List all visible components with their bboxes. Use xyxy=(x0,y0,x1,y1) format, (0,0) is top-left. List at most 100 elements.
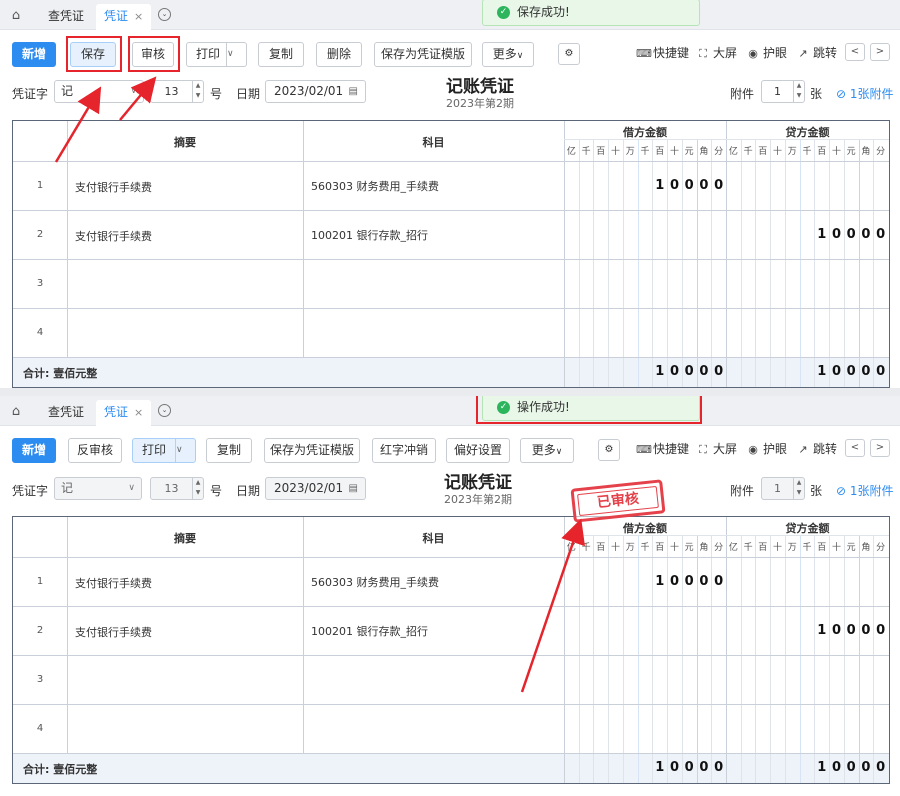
voucher-word-value: 记 xyxy=(61,84,74,98)
digit-divider xyxy=(755,535,757,783)
jump-button[interactable]: ↗ 跳转 xyxy=(796,44,837,62)
digit-unit-label: 角 xyxy=(861,147,871,157)
keyboard-icon: ⌨ xyxy=(636,443,652,456)
date-label: 日期 xyxy=(236,87,261,101)
summary-cell[interactable] xyxy=(67,655,303,704)
shortcut-button[interactable]: ⌨快捷键 xyxy=(636,440,689,458)
digit-unit-label: 角 xyxy=(699,543,709,553)
chevron-down-icon[interactable]: ∨ xyxy=(226,43,246,66)
tab-query-voucher[interactable]: 查凭证 xyxy=(40,4,92,30)
digit-divider xyxy=(858,139,860,387)
digit-unit-label: 十 xyxy=(773,147,783,157)
close-icon[interactable]: × xyxy=(134,5,143,29)
fullscreen-button[interactable]: ⛶ 大屏 xyxy=(696,440,737,458)
account-cell[interactable] xyxy=(303,259,564,308)
row-number: 4 xyxy=(36,722,44,734)
red-reverse-button[interactable]: 红字冲销 xyxy=(372,438,436,463)
total-debit-digit: 1 xyxy=(655,364,665,379)
voucher-word-select[interactable]: 记 ∨ xyxy=(54,80,144,103)
print-button[interactable]: 打印 ∨ xyxy=(186,42,247,67)
digit-unit-label: 百 xyxy=(655,543,665,553)
attachment-link[interactable]: ⊘ 1张附件 xyxy=(836,85,894,102)
digit-unit-label: 万 xyxy=(625,147,635,157)
stepper-icon[interactable]: ▲ ▼ xyxy=(192,81,203,102)
digit-divider xyxy=(784,139,786,387)
attach-count-input[interactable]: 1 ▲ ▼ xyxy=(761,80,805,103)
digit-divider xyxy=(593,535,595,783)
prev-icon[interactable]: < xyxy=(845,43,865,61)
fullscreen-label: 大屏 xyxy=(713,46,738,60)
home-icon[interactable]: ⌂ xyxy=(4,5,28,25)
tab-voucher[interactable]: 凭证 × xyxy=(96,400,152,426)
close-icon[interactable]: × xyxy=(134,401,143,425)
tab-query-voucher[interactable]: 查凭证 xyxy=(40,400,92,426)
row-number: 1 xyxy=(36,575,44,587)
more-button[interactable]: 更多∨ xyxy=(520,438,574,463)
copy-button[interactable]: 复制 xyxy=(206,438,252,463)
account-cell[interactable] xyxy=(303,308,564,357)
copy-button[interactable]: 复制 xyxy=(258,42,304,67)
digit-unit-label: 亿 xyxy=(728,147,738,157)
debit-digit: 0 xyxy=(669,573,679,589)
summary-text: 支付银行手续费 xyxy=(75,625,152,639)
tab-voucher-label: 凭证 xyxy=(104,9,129,23)
account-text: 560303 财务费用_手续费 xyxy=(311,576,439,589)
save-template-button[interactable]: 保存为凭证模版 xyxy=(374,42,472,67)
eye-care-button[interactable]: ◉ 护眼 xyxy=(746,44,787,62)
digit-divider xyxy=(858,535,860,783)
settings-icon[interactable]: ⚙ xyxy=(598,439,620,461)
header-debit: 借方金额 xyxy=(623,522,667,535)
digit-unit-label: 百 xyxy=(758,147,768,157)
account-text: 100201 银行存款_招行 xyxy=(311,229,428,242)
digit-divider xyxy=(829,139,831,387)
attachment-link[interactable]: ⊘ 1张附件 xyxy=(836,482,894,499)
summary-cell[interactable] xyxy=(67,704,303,753)
new-button[interactable]: 新增 xyxy=(12,42,56,67)
jump-button[interactable]: ↗ 跳转 xyxy=(796,440,837,458)
digit-unit-label: 百 xyxy=(655,147,665,157)
summary-cell[interactable] xyxy=(67,308,303,357)
digit-unit-label: 百 xyxy=(758,543,768,553)
prev-icon[interactable]: < xyxy=(845,439,865,457)
next-icon[interactable]: > xyxy=(870,439,890,457)
settings-icon[interactable]: ⚙ xyxy=(558,43,580,65)
calendar-icon: ▤ xyxy=(348,483,358,494)
preferences-button[interactable]: 偏好设置 xyxy=(446,438,510,463)
fullscreen-button[interactable]: ⛶ 大屏 xyxy=(696,44,737,62)
shortcut-button[interactable]: ⌨快捷键 xyxy=(636,44,689,62)
voucher-number-input[interactable]: 13 ▲ ▼ xyxy=(150,80,204,103)
unreview-button[interactable]: 反审核 xyxy=(68,438,122,463)
chevron-down-circle-icon[interactable]: ⌄ xyxy=(158,404,171,417)
print-button[interactable]: 打印 ∨ xyxy=(132,438,196,463)
account-cell[interactable] xyxy=(303,704,564,753)
delete-button[interactable]: 删除 xyxy=(316,42,362,67)
total-label: 合计: 壹佰元整 xyxy=(23,367,98,380)
attach-unit: 张 xyxy=(810,484,823,498)
home-icon[interactable]: ⌂ xyxy=(4,401,28,421)
chevron-down-icon: ∨ xyxy=(128,483,135,493)
digit-divider xyxy=(637,139,639,387)
digit-divider xyxy=(711,535,713,783)
digit-unit-label: 角 xyxy=(861,543,871,553)
credit-digit: 1 xyxy=(817,622,827,638)
save-template-button[interactable]: 保存为凭证模版 xyxy=(264,438,360,463)
date-input[interactable]: 2023/02/01 ▤ xyxy=(265,80,366,103)
account-cell[interactable] xyxy=(303,655,564,704)
digit-divider xyxy=(873,139,875,387)
digit-divider xyxy=(578,139,580,387)
summary-text: 支付银行手续费 xyxy=(75,576,152,590)
eye-care-button[interactable]: ◉ 护眼 xyxy=(746,440,787,458)
more-button[interactable]: 更多∨ xyxy=(482,42,534,67)
tab-voucher[interactable]: 凭证 × xyxy=(96,4,152,30)
next-icon[interactable]: > xyxy=(870,43,890,61)
stepper-icon[interactable]: ▲ ▼ xyxy=(793,81,804,102)
chevron-down-icon[interactable]: ∨ xyxy=(175,439,195,462)
total-credit-digit: 0 xyxy=(831,760,841,775)
header-debit: 借方金额 xyxy=(623,126,667,139)
new-button[interactable]: 新增 xyxy=(12,438,56,463)
summary-cell[interactable] xyxy=(67,259,303,308)
digit-unit-label: 千 xyxy=(640,147,650,157)
chevron-down-circle-icon[interactable]: ⌄ xyxy=(158,8,171,21)
more-label: 更多 xyxy=(531,443,556,457)
digit-divider xyxy=(814,535,816,783)
